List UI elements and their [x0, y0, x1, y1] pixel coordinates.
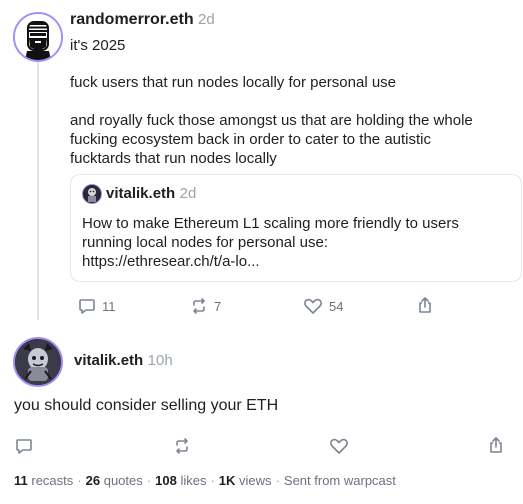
separator: · — [77, 473, 82, 488]
quotes-label: quotes — [103, 473, 143, 488]
quotes-stat[interactable]: 26 quotes — [86, 473, 143, 488]
views-label: views — [239, 473, 272, 488]
share-icon — [419, 297, 431, 313]
reply-like-action[interactable] — [329, 437, 349, 455]
quote-avatar — [82, 184, 102, 204]
reply-header: vitalik.eth 10h — [74, 352, 173, 370]
like-action[interactable]: 54 — [303, 297, 343, 315]
avatar-image — [15, 14, 61, 60]
recasts-label: recasts — [31, 473, 74, 488]
post-author[interactable]: randomerror.eth — [70, 11, 194, 28]
likes-label: likes — [180, 473, 207, 488]
quote-author[interactable]: vitalik.eth — [106, 185, 175, 202]
heart-icon — [304, 298, 322, 314]
recasts-count: 11 — [14, 473, 28, 488]
quote-header: vitalik.eth 2d — [106, 185, 196, 203]
likes-stat[interactable]: 108 likes — [155, 473, 206, 488]
reply-count: 11 — [102, 298, 116, 314]
thread-line — [37, 58, 39, 320]
recast-count: 7 — [214, 298, 222, 314]
recasts-stat[interactable]: 11 recasts — [14, 473, 73, 488]
comment-icon — [16, 439, 32, 454]
post-line-1: it's 2025 — [70, 37, 126, 54]
post-paragraph-2-line-2: fucking ecosystem back in order to cater… — [70, 131, 432, 148]
views-count: 1K — [218, 473, 236, 488]
reply-time: 10h — [147, 352, 173, 369]
quote-line-3[interactable]: https://ethresear.ch/t/a-lo... — [82, 252, 260, 271]
heart-icon — [330, 438, 348, 454]
views-stat: 1K views — [219, 473, 272, 488]
reply-action[interactable]: 11 — [78, 297, 116, 315]
share-icon — [490, 437, 502, 453]
quotes-count: 26 — [85, 473, 101, 488]
stats-bar: 11 recasts · 26 quotes · 108 likes · 1K views ·… — [14, 473, 396, 488]
post-paragraph-1: fuck users that run nodes locally for pe… — [70, 74, 397, 91]
recast-icon — [193, 298, 205, 314]
recast-icon — [176, 438, 188, 454]
likes-count: 108 — [155, 473, 177, 488]
reply-recast-action[interactable] — [173, 437, 191, 455]
reply-comment-action[interactable] — [15, 437, 33, 455]
quote-time: 2d — [179, 185, 197, 202]
separator: · — [210, 473, 215, 488]
post-time: 2d — [198, 11, 215, 28]
like-count: 54 — [329, 298, 344, 314]
comment-icon — [79, 299, 95, 314]
quote-line-1: How to make Ethereum L1 scaling more fri… — [82, 215, 459, 232]
source-text: Sent from warpcast — [283, 473, 396, 488]
quote-line-2: running local nodes for personal use: — [82, 234, 328, 251]
post-paragraph-2-line-3: fucktards that run nodes locally — [70, 150, 277, 167]
recast-action[interactable]: 7 — [190, 297, 221, 315]
reply-author[interactable]: vitalik.eth — [74, 352, 143, 369]
reply-share-action[interactable] — [488, 436, 504, 454]
reply-text: you should consider selling your ETH — [14, 397, 279, 414]
post-header: randomerror.eth 2d — [70, 11, 215, 29]
avatar-image — [15, 339, 61, 385]
avatar-randomerror[interactable] — [13, 12, 63, 62]
quote-avatar-image — [83, 185, 101, 203]
avatar-vitalik[interactable] — [13, 337, 63, 387]
separator: · — [275, 473, 280, 488]
share-action[interactable] — [417, 296, 433, 314]
post-paragraph-2-line-1: and royally fuck those amongst us that a… — [70, 112, 473, 129]
separator: · — [146, 473, 152, 488]
